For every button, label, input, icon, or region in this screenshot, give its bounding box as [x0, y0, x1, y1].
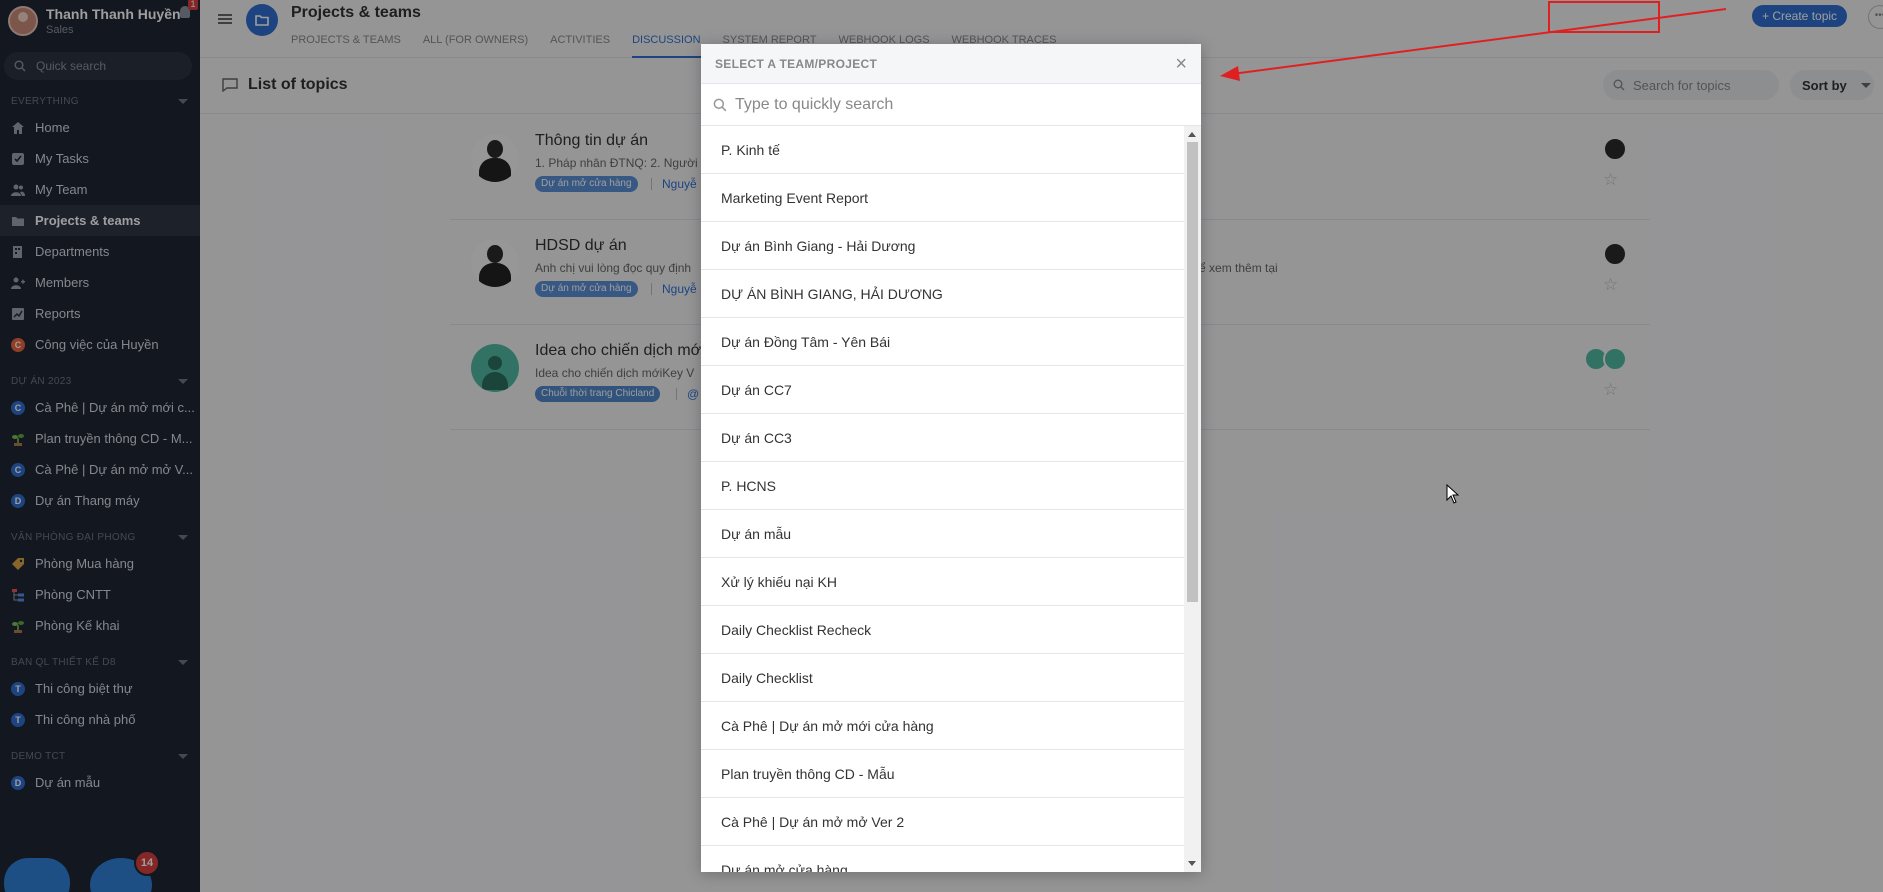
scroll-up-icon[interactable]	[1188, 132, 1196, 137]
project-list-item[interactable]: Dự án mẫu	[701, 510, 1184, 558]
modal-search-input[interactable]	[735, 95, 1175, 114]
modal-header: SELECT A TEAM/PROJECT ×	[701, 44, 1201, 84]
project-list-item[interactable]: Dự án mở cửa hàng	[701, 846, 1184, 873]
scroll-down-icon[interactable]	[1188, 861, 1196, 866]
project-list-item[interactable]: Dự án CC3	[701, 414, 1184, 462]
project-list-item[interactable]: Marketing Event Report	[701, 174, 1184, 222]
project-list-item[interactable]: Xử lý khiếu nại KH	[701, 558, 1184, 606]
modal-search	[701, 84, 1201, 126]
project-list-item[interactable]: Daily Checklist Recheck	[701, 606, 1184, 654]
scrollbar[interactable]	[1184, 126, 1201, 872]
mouse-cursor-icon	[1446, 484, 1460, 504]
modal-title: SELECT A TEAM/PROJECT	[715, 56, 878, 71]
project-list-item[interactable]: Plan truyền thông CD - Mẫu	[701, 750, 1184, 798]
close-icon[interactable]: ×	[1175, 54, 1187, 74]
project-list-item[interactable]: Daily Checklist	[701, 654, 1184, 702]
scrollbar-thumb[interactable]	[1187, 142, 1198, 602]
project-list-item[interactable]: Cà Phê | Dự án mở mới cửa hàng	[701, 702, 1184, 750]
project-list-item[interactable]: P. Kinh tế	[701, 126, 1184, 174]
highlight-frame	[1548, 1, 1660, 33]
project-list-item[interactable]: Dự án Bình Giang - Hải Dương	[701, 222, 1184, 270]
project-list-item[interactable]: P. HCNS	[701, 462, 1184, 510]
project-list-item[interactable]: Cà Phê | Dự án mở mở Ver 2	[701, 798, 1184, 846]
project-list: P. Kinh tế Marketing Event Report Dự án Bì…	[701, 126, 1184, 872]
project-list-item[interactable]: DỰ ÁN BÌNH GIANG, HẢI DƯƠNG	[701, 270, 1184, 318]
select-team-project-modal: SELECT A TEAM/PROJECT × P. Kinh tếMarket…	[701, 44, 1201, 872]
search-icon	[713, 98, 727, 111]
project-list-item[interactable]: Dự án CC7	[701, 366, 1184, 414]
project-list-item[interactable]: Dự án Đồng Tâm - Yên Bái	[701, 318, 1184, 366]
